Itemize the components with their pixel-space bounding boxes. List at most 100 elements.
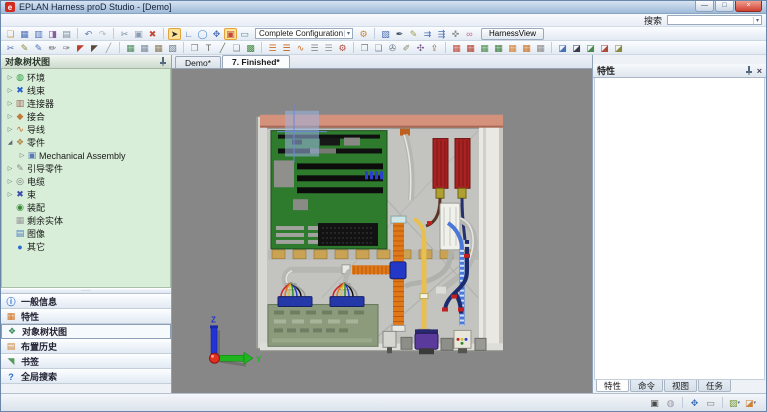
expand-arrow-icon[interactable]: ▷ [6, 165, 14, 172]
expand-arrow-icon[interactable]: ▷ [6, 87, 14, 94]
doc-props[interactable]: ❏ [372, 42, 385, 54]
anchor-tool[interactable]: ✣ [414, 42, 427, 54]
ghost-mode-button[interactable]: ◍ [663, 397, 678, 409]
fit-selection-button[interactable]: ▣ [647, 397, 662, 409]
expand-arrow-icon[interactable]: ▷ [6, 178, 14, 185]
zoom-doc[interactable]: ✇ [386, 42, 399, 54]
tree-item-remaining-entities[interactable]: ▦剩余实体 [2, 214, 170, 227]
insert-part-button[interactable]: ⇉ [421, 28, 434, 40]
spiral-tool[interactable]: ∿ [294, 42, 307, 54]
find-replace-button[interactable]: ▧ [379, 28, 392, 40]
tree-item-wires[interactable]: ▷∿导线 [2, 123, 170, 136]
expand-arrow-icon[interactable]: ▷ [6, 74, 14, 81]
viewport-3d[interactable]: Z Y [172, 69, 592, 393]
measure-tool[interactable]: ∟ [182, 28, 195, 40]
tree-item-others[interactable]: ●其它 [2, 240, 170, 253]
table-orange-2[interactable]: ▦ [520, 42, 533, 54]
copy-button[interactable]: ▣ [132, 28, 145, 40]
tree-item-images[interactable]: ▤图像 [2, 227, 170, 240]
bundle-orange[interactable]: ☰ [266, 42, 279, 54]
minimize-button[interactable]: — [695, 1, 714, 12]
expand-arrow-icon[interactable]: ▷ [6, 113, 14, 120]
library-config[interactable]: ▧ [166, 42, 179, 54]
board-green[interactable]: ▩ [244, 42, 257, 54]
panel-button-properties[interactable]: ▦特性 [1, 309, 171, 324]
combo-arrow-icon[interactable]: ▾ [344, 30, 352, 37]
panel-button-bookmarks[interactable]: ◥书签 [1, 354, 171, 369]
tab-tasks[interactable]: 任务 [698, 380, 731, 392]
settings-gear-button[interactable]: ⚙ [357, 28, 370, 40]
gear-wire[interactable]: ⚙ [336, 42, 349, 54]
table-gray[interactable]: ▦ [534, 42, 547, 54]
probe-button[interactable]: ✜ [449, 28, 462, 40]
view-report-blue[interactable]: ◪ [556, 42, 569, 54]
tree-item-parts[interactable]: ◢❖零件 [2, 136, 170, 149]
pin-icon[interactable] [159, 57, 167, 66]
tab-properties[interactable]: 特性 [596, 380, 629, 392]
pen-fine[interactable]: ✑ [60, 42, 73, 54]
display-mode-button[interactable]: ▨▾ [727, 397, 742, 409]
doc-copy[interactable]: ❏ [230, 42, 243, 54]
view-report-green[interactable]: ◪ [584, 42, 597, 54]
pen-stamp[interactable]: ✐ [400, 42, 413, 54]
view-report-olive[interactable]: ◪ [612, 42, 625, 54]
titlebar[interactable]: e EPLAN Harness proD Studio - [Demo] — □… [1, 1, 766, 14]
route-tool[interactable]: ✂ [4, 42, 17, 54]
view-orientation-button[interactable]: ◪▾ [743, 397, 758, 409]
expand-arrow-icon[interactable]: ◢ [6, 139, 14, 146]
save-button[interactable]: ▦ [18, 28, 31, 40]
route-wires-button[interactable]: ✒ [393, 28, 406, 40]
panel-button-global-search[interactable]: ?全局搜索 [1, 369, 171, 384]
panel-button-general-info[interactable]: ⓘ一般信息 [1, 294, 171, 309]
select-tool[interactable]: ➤ [168, 28, 181, 40]
box-measure[interactable]: ❐ [358, 42, 371, 54]
pin-icon[interactable] [745, 66, 753, 75]
maximize-button[interactable]: □ [715, 1, 734, 12]
zoom-fit-button[interactable]: ✥ [687, 397, 702, 409]
library-open[interactable]: ▦ [138, 42, 151, 54]
redo-button[interactable]: ↷ [96, 28, 109, 40]
pan-tool[interactable]: ✥ [210, 28, 223, 40]
orbit-tool[interactable]: ◯ [196, 28, 209, 40]
save-all-button[interactable]: ▥ [32, 28, 45, 40]
table-green-2[interactable]: ▦ [492, 42, 505, 54]
table-red[interactable]: ▦ [450, 42, 463, 54]
expand-arrow-icon[interactable]: ▷ [18, 152, 26, 159]
close-button[interactable]: × [735, 1, 762, 12]
tree-item-environments[interactable]: ▷◍环境 [2, 71, 170, 84]
insert-part2-button[interactable]: ⇶ [435, 28, 448, 40]
harnessview-button[interactable]: HarnessView [481, 28, 544, 40]
table-orange[interactable]: ▦ [506, 42, 519, 54]
zoom-window-button[interactable]: ▭ [703, 397, 718, 409]
expand-arrow-icon[interactable]: ▷ [6, 191, 14, 198]
corner-red[interactable]: ◤ [74, 42, 87, 54]
import-button[interactable]: ◨ [46, 28, 59, 40]
tree-item-splices[interactable]: ▷◆接合 [2, 110, 170, 123]
display-config-button[interactable]: ▭ [238, 28, 251, 40]
tree-item-guiding-parts[interactable]: ▷✎引导零件 [2, 162, 170, 175]
slash-pen[interactable]: ╱ [102, 42, 115, 54]
search-dropdown-icon[interactable]: ▾ [753, 17, 761, 24]
tree-item-harnesses[interactable]: ▷✖线束 [2, 84, 170, 97]
tree-item-connectors[interactable]: ▷▥连接器 [2, 97, 170, 110]
panel-close-icon[interactable]: × [757, 66, 762, 76]
panel-button-object-tree[interactable]: ❖对象树状图 [1, 324, 171, 339]
print-button[interactable]: ▤ [60, 28, 73, 40]
tab-demo[interactable]: Demo* [175, 56, 221, 68]
text-note[interactable]: T [202, 42, 215, 54]
library-sync[interactable]: ▦ [124, 42, 137, 54]
cube-insert[interactable]: ❒ [188, 42, 201, 54]
configuration-combobox[interactable]: Complete Configuration ▾ [255, 28, 353, 39]
tab-commands[interactable]: 命令 [630, 380, 663, 392]
tree-item-cables[interactable]: ▷◎电缆 [2, 175, 170, 188]
expand-arrow-icon[interactable]: ▷ [6, 126, 14, 133]
delete-button[interactable]: ✖ [146, 28, 159, 40]
open-project-button[interactable]: ❏ [4, 28, 17, 40]
table-green[interactable]: ▦ [478, 42, 491, 54]
tree-item-mechanical-assembly[interactable]: ▷▣Mechanical Assembly [2, 149, 170, 162]
table-red-2[interactable]: ▦ [464, 42, 477, 54]
pen-dark[interactable]: ✏ [46, 42, 59, 54]
tree-item-assemblies[interactable]: ◉装配 [2, 201, 170, 214]
pen-blue[interactable]: ✎ [32, 42, 45, 54]
bundle-gray[interactable]: ☰ [308, 42, 321, 54]
